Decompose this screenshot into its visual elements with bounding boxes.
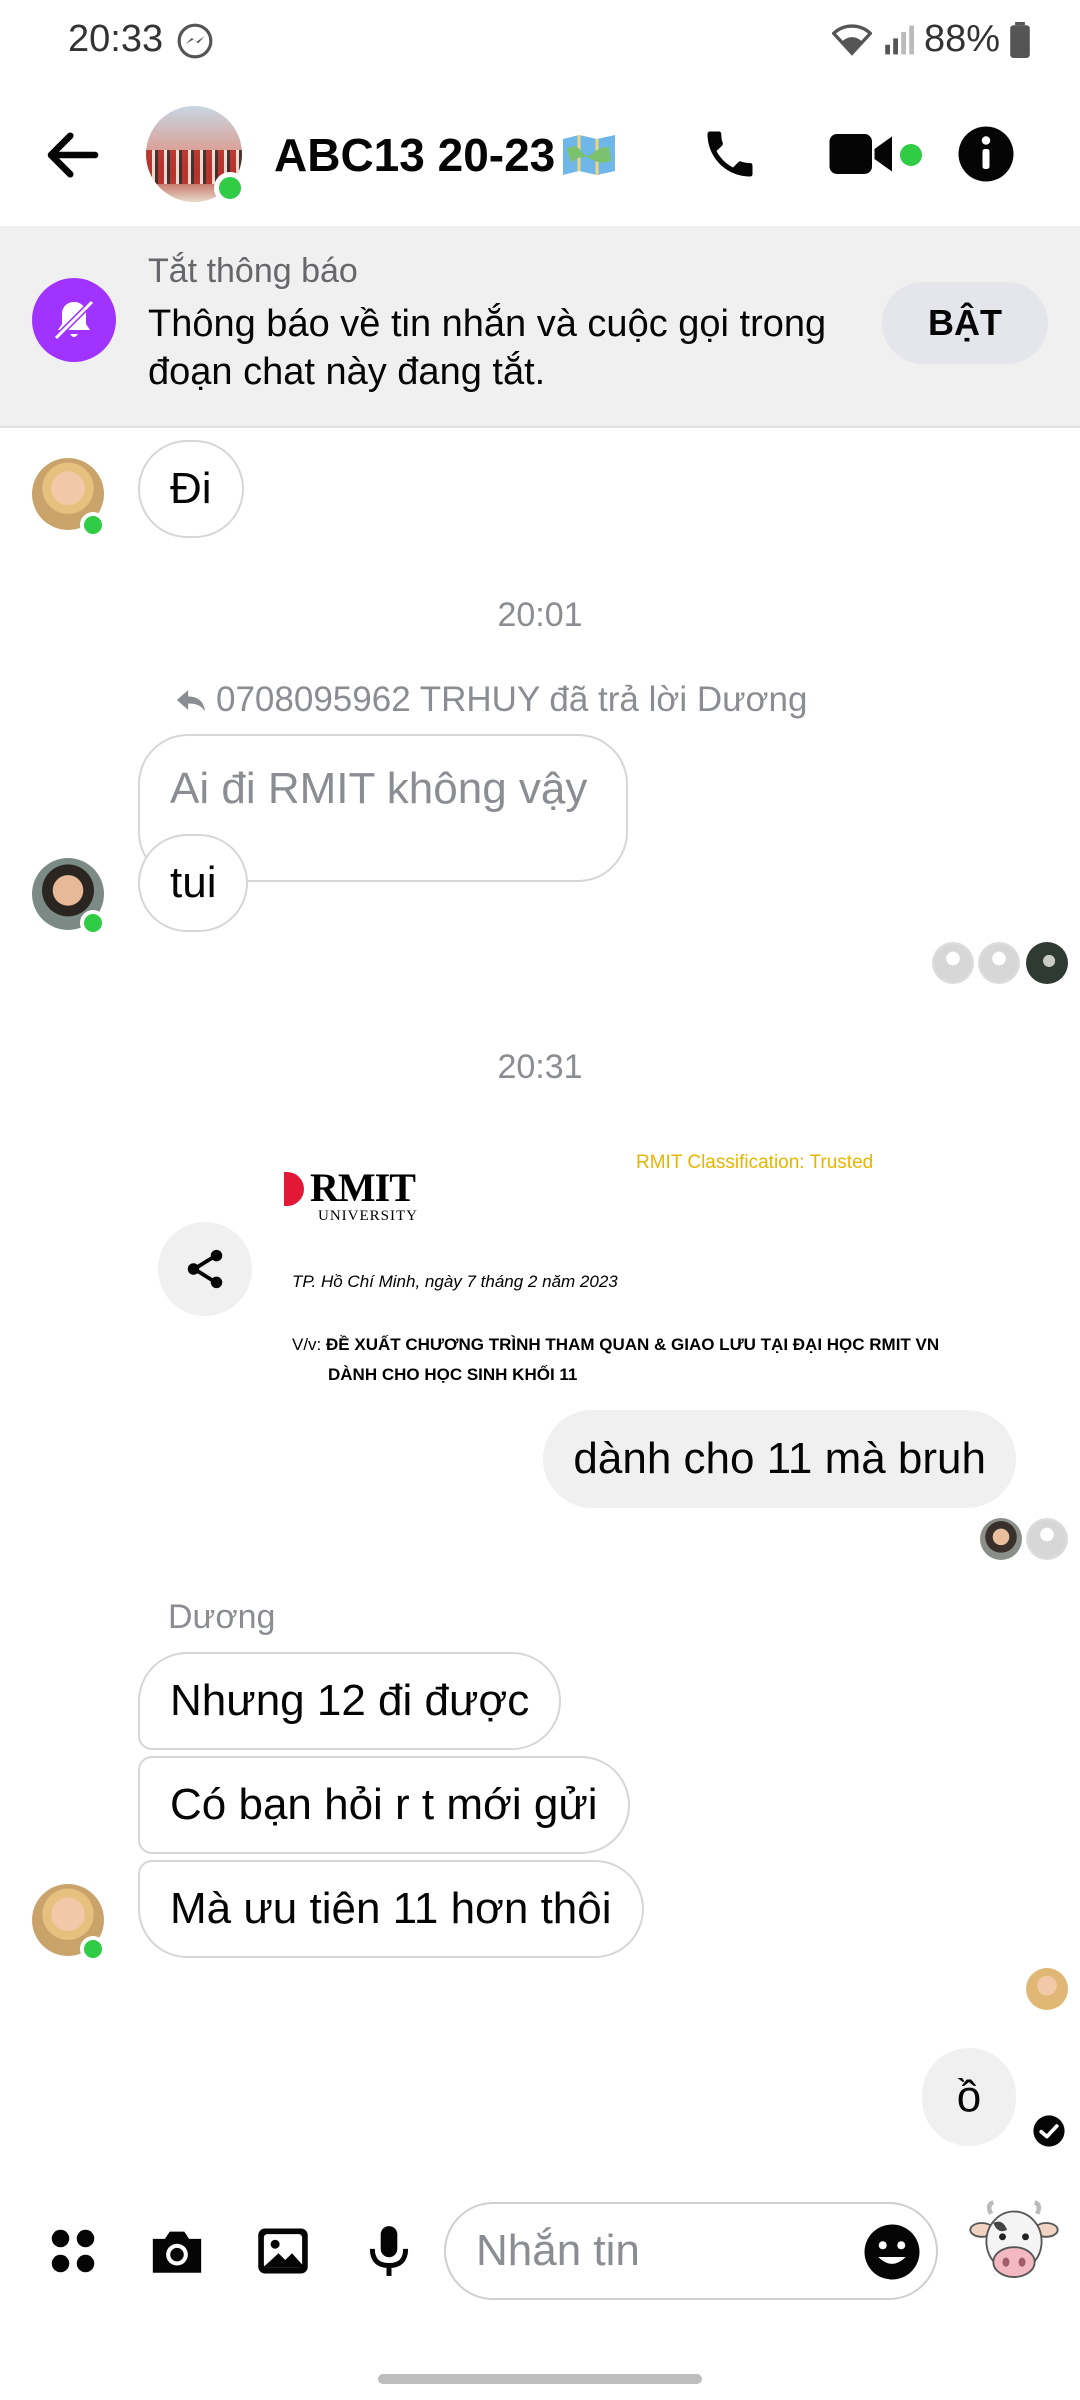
phone-call-icon[interactable] — [700, 124, 760, 184]
sent-check-icon — [1033, 2115, 1065, 2147]
info-icon[interactable] — [956, 124, 1016, 184]
reply-arrow-icon — [176, 690, 206, 712]
online-indicator — [80, 512, 106, 538]
status-bar: 20:33 88% — [0, 0, 1080, 80]
status-time: 20:33 — [68, 18, 164, 60]
home-indicator[interactable] — [378, 2374, 702, 2384]
online-indicator — [214, 172, 246, 204]
camera-icon[interactable] — [144, 2218, 210, 2284]
mute-description: Thông báo về tin nhắn và cuộc gọi trong … — [148, 303, 827, 393]
rmit-logo-subtitle: UNIVERSITY — [318, 1208, 418, 1224]
messenger-icon — [177, 23, 213, 59]
message-bubble[interactable]: tui — [138, 834, 249, 932]
read-receipt-avatar — [978, 942, 1020, 984]
unmute-button[interactable]: BẬT — [882, 282, 1048, 364]
chat-header: ABC13 20-23 — [0, 80, 1080, 226]
cow-emoji-icon[interactable] — [968, 2200, 1060, 2292]
chat-title-text: ABC13 20-23 — [274, 129, 556, 181]
video-active-dot — [900, 144, 922, 166]
map-emoji-icon — [563, 135, 616, 175]
share-icon — [187, 1249, 223, 1289]
read-receipt-avatar — [980, 1518, 1022, 1560]
message-bubble[interactable]: Nhưng 12 đi được — [138, 1652, 562, 1750]
message-bubble[interactable]: Có bạn hỏi r t mới gửi — [138, 1756, 630, 1854]
read-receipt-avatar — [1026, 942, 1068, 984]
battery-percent: 88% — [923, 18, 1000, 60]
reply-note-text: 0708095962 TRHUY đã trả lời Dương — [216, 680, 808, 719]
mute-title: Tắt thông báo — [148, 252, 358, 290]
message-bubble[interactable]: Đi — [138, 440, 244, 538]
online-indicator — [80, 910, 106, 936]
doc-classification: RMIT Classification: Trusted — [636, 1152, 874, 1173]
emoji-icon[interactable] — [862, 2222, 922, 2282]
doc-subject: V/v: ĐỀ XUẤT CHƯƠNG TRÌNH THAM QUAN & GI… — [292, 1335, 940, 1384]
gallery-icon[interactable] — [250, 2218, 316, 2284]
read-receipt-avatar — [932, 942, 974, 984]
read-receipt-avatar — [1026, 1518, 1068, 1560]
video-call-icon[interactable] — [826, 124, 898, 184]
more-actions-icon[interactable] — [40, 2218, 106, 2284]
message-composer — [0, 2196, 1080, 2306]
chat-title[interactable]: ABC13 20-23 — [274, 128, 617, 182]
read-receipt-avatar — [1026, 1968, 1068, 2010]
wifi-icon — [831, 23, 872, 56]
signal-icon — [885, 25, 914, 54]
timestamp: 20:31 — [497, 1048, 583, 1086]
my-message-bubble[interactable]: dành cho 11 mà bruh — [543, 1410, 1016, 1508]
share-button[interactable] — [158, 1222, 252, 1316]
sender-name: Dương — [168, 1598, 276, 1636]
back-arrow-icon[interactable] — [40, 122, 106, 188]
rmit-logo: RMIT — [284, 1168, 416, 1208]
microphone-icon[interactable] — [356, 2218, 422, 2284]
timestamp: 20:01 — [497, 596, 583, 634]
battery-icon — [1010, 21, 1030, 58]
mute-banner: Tắt thông báo Thông báo về tin nhắn và c… — [0, 226, 1080, 428]
message-bubble[interactable]: Mà ưu tiên 11 hơn thôi — [138, 1860, 644, 1958]
muted-bell-icon — [32, 278, 116, 362]
reply-note: 0708095962 TRHUY đã trả lời Dương — [174, 680, 807, 720]
my-message-bubble[interactable]: ồ — [922, 2048, 1016, 2146]
status-right: 88% — [831, 18, 1030, 61]
shared-document-image[interactable]: RMIT UNIVERSITY RMIT Classification: Tru… — [270, 1120, 1010, 1420]
doc-date: TP. Hồ Chí Minh, ngày 7 tháng 2 năm 2023 — [292, 1272, 618, 1291]
online-indicator — [80, 1936, 106, 1962]
